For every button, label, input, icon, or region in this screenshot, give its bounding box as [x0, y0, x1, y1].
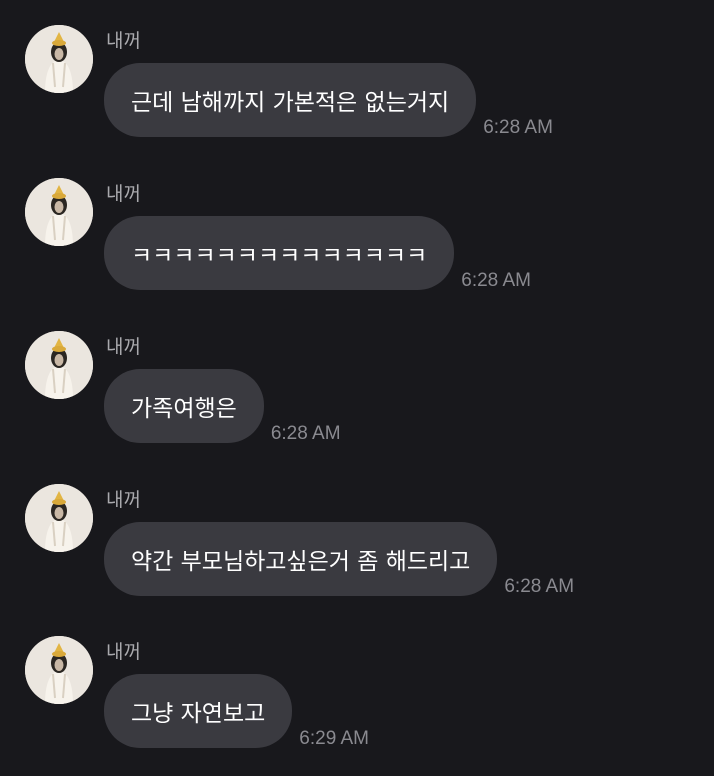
message-timestamp: 6:28 AM	[504, 576, 575, 597]
message-bubble[interactable]: 약간 부모님하고싶은거 좀 해드리고	[104, 522, 498, 596]
message-bubble[interactable]: ㅋㅋㅋㅋㅋㅋㅋㅋㅋㅋㅋㅋㅋㅋ	[104, 216, 455, 290]
message-bubble[interactable]: 그냥 자연보고	[104, 674, 293, 748]
message-group: 내꺼 약간 부모님하고싶은거 좀 해드리고 6:28 AM	[0, 484, 714, 624]
sender-name: 내꺼	[106, 30, 141, 52]
message-row: 가족여행은 6:28 AM	[104, 369, 341, 444]
chat-thread: 내꺼 근데 남해까지 가본적은 없는거지 6:28 AM 내꺼 ㅋㅋㅋㅋㅋㅋㅋㅋ…	[0, 0, 714, 766]
avatar[interactable]	[25, 484, 93, 552]
avatar-photo-icon	[25, 25, 93, 93]
sender-name: 내꺼	[106, 641, 141, 663]
sender-name: 내꺼	[106, 336, 141, 358]
message-group: 내꺼 그냥 자연보고 6:29 AM	[0, 636, 714, 776]
avatar-photo-icon	[25, 636, 93, 704]
sender-name: 내꺼	[106, 183, 141, 205]
avatar[interactable]	[25, 331, 93, 399]
message-group: 내꺼 근데 남해까지 가본적은 없는거지 6:28 AM	[0, 25, 714, 165]
message-group: 내꺼 ㅋㅋㅋㅋㅋㅋㅋㅋㅋㅋㅋㅋㅋㅋ 6:28 AM	[0, 178, 714, 318]
sender-name: 내꺼	[106, 489, 141, 511]
message-timestamp: 6:28 AM	[270, 423, 341, 444]
message-group: 내꺼 가족여행은 6:28 AM	[0, 331, 714, 471]
message-row: 약간 부모님하고싶은거 좀 해드리고 6:28 AM	[104, 522, 575, 597]
message-bubble[interactable]: 가족여행은	[104, 369, 264, 443]
avatar-photo-icon	[25, 178, 93, 246]
message-row: 그냥 자연보고 6:29 AM	[104, 674, 369, 749]
avatar-photo-icon	[25, 484, 93, 552]
message-row: 근데 남해까지 가본적은 없는거지 6:28 AM	[104, 63, 553, 138]
avatar[interactable]	[25, 25, 93, 93]
message-row: ㅋㅋㅋㅋㅋㅋㅋㅋㅋㅋㅋㅋㅋㅋ 6:28 AM	[104, 216, 531, 291]
message-timestamp: 6:28 AM	[483, 117, 553, 138]
avatar-photo-icon	[25, 331, 93, 399]
message-bubble[interactable]: 근데 남해까지 가본적은 없는거지	[104, 63, 477, 137]
avatar[interactable]	[25, 178, 93, 246]
message-timestamp: 6:28 AM	[461, 270, 531, 291]
message-timestamp: 6:29 AM	[299, 728, 369, 749]
avatar[interactable]	[25, 636, 93, 704]
